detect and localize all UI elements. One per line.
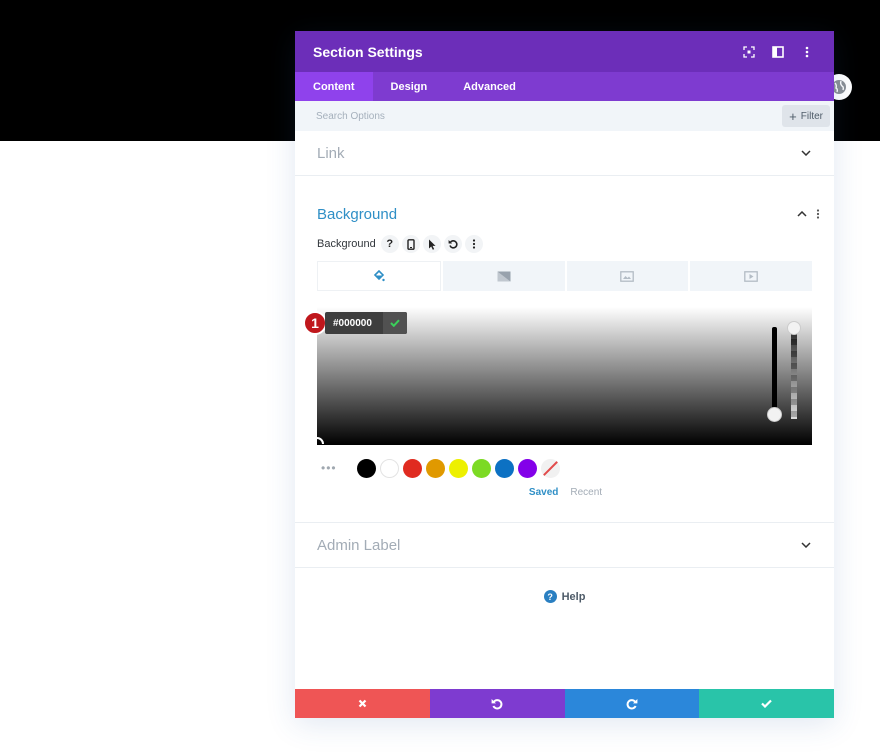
swatch-purple[interactable]: [518, 458, 537, 478]
modal-tabs: Content Design Advanced: [295, 72, 834, 101]
opacity-slider[interactable]: [791, 327, 797, 419]
help-icon[interactable]: ?: [380, 235, 399, 253]
undo-button[interactable]: [429, 689, 565, 718]
background-body: Background ? 1 #000000 ••• Saved Recent: [295, 234, 834, 522]
modal-header: Section Settings: [295, 31, 834, 72]
link-section-title: Link: [317, 144, 345, 162]
gradient-icon: [497, 271, 511, 281]
undo-icon: [491, 698, 503, 709]
link-section: Link: [295, 131, 834, 176]
section-settings-modal: Section Settings Content Design Advanced…: [295, 31, 834, 718]
more-icon[interactable]: [464, 235, 483, 253]
hover-cursor-icon[interactable]: [422, 235, 441, 253]
swatch-yellow[interactable]: [449, 458, 468, 478]
more-swatches-icon[interactable]: •••: [321, 461, 349, 475]
background-option-row: Background ?: [317, 234, 812, 254]
redo-button[interactable]: [564, 689, 700, 718]
bg-tab-color[interactable]: [317, 261, 441, 291]
hue-slider[interactable]: [772, 327, 777, 415]
mobile-icon[interactable]: [401, 235, 420, 253]
apply-color-button[interactable]: [383, 312, 407, 334]
admin-label-section-title: Admin Label: [317, 536, 401, 554]
admin-label-section-toggle[interactable]: Admin Label: [295, 523, 834, 567]
opacity-slider-handle[interactable]: [787, 321, 801, 335]
link-section-toggle[interactable]: Link: [295, 131, 834, 175]
tab-design[interactable]: Design: [373, 72, 446, 101]
hue-slider-handle[interactable]: [767, 407, 782, 422]
chevron-up-icon: [796, 208, 808, 220]
split-view-icon[interactable]: [769, 43, 787, 61]
admin-label-section: Admin Label: [295, 523, 834, 568]
section-more-icon[interactable]: [812, 208, 824, 220]
filter-label: Filter: [800, 110, 823, 122]
saved-swatches-tab[interactable]: Saved: [529, 487, 558, 498]
step-badge: 1: [303, 311, 327, 335]
image-icon: [620, 270, 635, 282]
background-section: Background Background ? 1 #000000 ••• Sa…: [295, 176, 834, 523]
background-section-title: Background: [317, 205, 398, 223]
help-label: Help: [561, 590, 586, 603]
paint-bucket-icon: [373, 270, 385, 282]
discard-button[interactable]: [295, 689, 430, 718]
recent-swatches-tab[interactable]: Recent: [570, 487, 602, 498]
background-option-label: Background: [317, 238, 376, 250]
color-picker-handle[interactable]: [317, 437, 324, 444]
video-icon: [744, 270, 758, 282]
swatch-white[interactable]: [380, 458, 399, 478]
help-link[interactable]: ? Help: [295, 590, 834, 603]
reset-icon[interactable]: [443, 235, 462, 253]
background-section-toggle[interactable]: Background: [295, 176, 834, 236]
tab-advanced[interactable]: Advanced: [445, 72, 534, 101]
hex-value-input[interactable]: #000000: [325, 318, 383, 329]
swatch-tabs: Saved Recent: [317, 487, 812, 498]
help-circle-icon: ?: [543, 590, 557, 603]
color-swatches: •••: [317, 457, 812, 479]
swatch-clear-icon[interactable]: [541, 458, 560, 478]
tab-content[interactable]: Content: [295, 72, 373, 101]
bg-tab-video[interactable]: [690, 261, 812, 291]
fullscreen-icon[interactable]: [740, 43, 758, 61]
more-options-icon[interactable]: [798, 43, 816, 61]
filter-button[interactable]: + Filter: [782, 105, 830, 127]
chevron-down-icon: [800, 147, 812, 159]
background-type-tabs: [317, 261, 812, 291]
bg-tab-image[interactable]: [566, 261, 689, 291]
swatch-green[interactable]: [472, 458, 491, 478]
redo-icon: [626, 698, 638, 709]
hex-input-box: #000000: [325, 312, 407, 334]
save-button[interactable]: [699, 689, 834, 718]
search-bar: + Filter: [295, 101, 834, 131]
close-icon: [358, 699, 367, 708]
bg-tab-gradient[interactable]: [442, 261, 565, 291]
chevron-down-icon: [800, 539, 812, 551]
search-input[interactable]: [316, 110, 783, 122]
color-saturation-area[interactable]: 1 #000000: [303, 307, 812, 445]
plus-icon: +: [789, 108, 797, 124]
swatch-black[interactable]: [357, 458, 376, 478]
swatch-red[interactable]: [403, 458, 422, 478]
modal-footer: [295, 689, 834, 718]
check-icon: [390, 319, 400, 327]
check-icon: [761, 699, 772, 708]
swatch-orange[interactable]: [426, 458, 445, 478]
modal-title: Section Settings: [313, 43, 423, 60]
swatch-blue[interactable]: [495, 458, 514, 478]
